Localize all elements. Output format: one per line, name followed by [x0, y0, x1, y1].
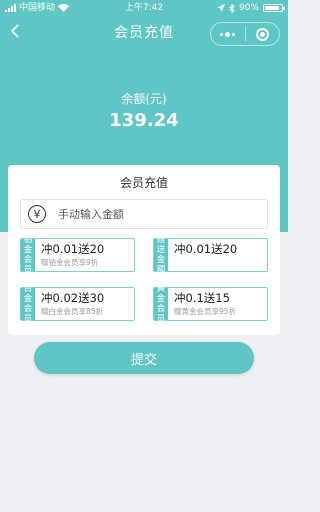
submit-button[interactable]: 提交 [34, 342, 254, 374]
status-bar: 中国移动 上午7:42 90% [0, 0, 288, 16]
package-main: 冲0.02送30 [41, 291, 105, 305]
target-icon [255, 27, 269, 41]
recharge-card-title: 会员充值 [119, 176, 168, 190]
recharge-card: 会员充值 ¥ 铂金会员 冲0.01送20 赠铂金会员享9折 赠送金额 冲0.01… [8, 165, 280, 335]
package-sub: 赠白金会员享85折 [41, 307, 104, 316]
battery-icon [263, 4, 285, 12]
package-main: 冲0.01送20 [41, 242, 105, 256]
balance-value: 139.24 [109, 110, 179, 131]
battery-percent: 90% [238, 3, 259, 13]
amount-input[interactable] [58, 207, 248, 221]
package-bonus[interactable]: 赠送金额 冲0.01送20 [153, 235, 268, 275]
balance-label: 余额(元) [121, 92, 167, 106]
yen-icon: ¥ [28, 205, 46, 223]
miniprogram-capsule [210, 22, 280, 46]
package-main: 冲0.1送15 [174, 291, 230, 305]
package-sub: 赠铂金会员享9折 [41, 258, 99, 267]
location-icon [216, 4, 225, 12]
bluetooth-icon [229, 3, 235, 13]
package-main: 冲0.01送20 [174, 242, 238, 256]
package-sub: 赠黄金会员享95折 [174, 307, 237, 316]
amount-field[interactable]: ¥ [20, 199, 268, 229]
more-dots-icon [220, 31, 236, 37]
more-button[interactable] [211, 23, 245, 45]
package-tag: 黄金会员 [154, 284, 168, 324]
package-platinum[interactable]: 铂金会员 冲0.01送20 赠铂金会员享9折 [20, 235, 135, 275]
package-white-gold[interactable]: 白金会员 冲0.02送30 赠白金会员享85折 [20, 284, 135, 324]
package-tag: 赠送金额 [154, 235, 168, 275]
package-tag: 白金会员 [21, 284, 35, 324]
package-tag: 铂金会员 [21, 235, 35, 275]
navigation-bar: 会员充值 [0, 16, 288, 46]
close-button[interactable] [246, 23, 280, 45]
package-gold[interactable]: 黄金会员 冲0.1送15 赠黄金会员享95折 [153, 284, 268, 324]
